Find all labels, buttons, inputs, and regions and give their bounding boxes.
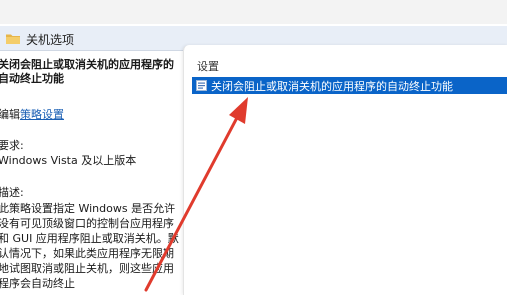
- description-line-1: 此策略设置指定 Windows 是否允许: [0, 202, 176, 215]
- edit-policy-line: 编辑策略设置: [0, 108, 64, 122]
- description-pane: 关闭会阻止或取消关机的应用程序的 自动终止功能 编辑策略设置 要求: Windo…: [0, 51, 182, 295]
- description-title-line-1: 关闭会阻止或取消关机的应用程序的: [0, 58, 174, 71]
- setting-row-auto-termination[interactable]: 关闭会阻止或取消关机的应用程序的自动终止功能: [192, 77, 507, 94]
- edit-prefix: 编辑: [0, 108, 20, 121]
- window-top-strip: [0, 0, 507, 24]
- settings-column-header[interactable]: 设置: [197, 58, 219, 74]
- description-line-2: 没有可见顶级窗口的控制台应用程序: [0, 217, 174, 230]
- edit-policy-link[interactable]: 策略设置: [20, 108, 64, 121]
- description-line-3: 和 GUI 应用程序阻止或取消关机。默: [0, 232, 179, 245]
- folder-label: 关机选项: [26, 33, 75, 47]
- requirements-value: Windows Vista 及以上版本: [0, 154, 137, 167]
- description-title-line-2: 自动终止功能: [0, 72, 64, 85]
- settings-pane: 设置 关闭会阻止或取消关机的应用程序的自动终止功能: [183, 45, 507, 295]
- description-line-6: 程序会自动终止: [0, 277, 75, 290]
- requirements-label: 要求:: [0, 139, 24, 152]
- description-line-4: 认情况下，如果此类应用程序无限期: [0, 247, 174, 260]
- description-line-5: 地试图取消或阻止关机，则这些应用: [0, 262, 174, 275]
- setting-row-label: 关闭会阻止或取消关机的应用程序的自动终止功能: [211, 80, 453, 93]
- description-label: 描述:: [0, 186, 24, 199]
